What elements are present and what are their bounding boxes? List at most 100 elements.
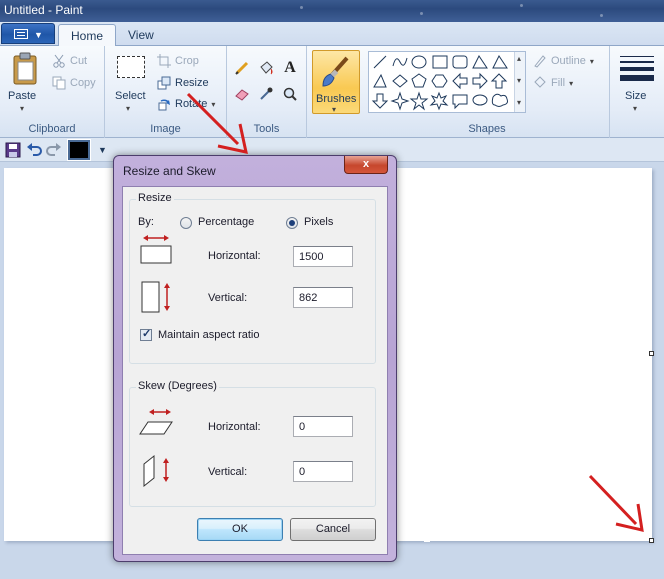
select-button[interactable]: Select ▾ xyxy=(111,52,151,114)
copy-button[interactable]: Copy xyxy=(52,76,96,90)
title-bar-decoration xyxy=(600,14,603,17)
chevron-down-icon: ▾ xyxy=(569,78,574,88)
chevron-down-icon: ▼ xyxy=(34,30,43,40)
redo-icon[interactable] xyxy=(46,142,62,158)
dialog-title: Resize and Skew xyxy=(123,164,216,178)
title-bar: Untitled - Paint xyxy=(0,0,664,22)
resize-legend: Resize xyxy=(136,192,174,204)
paste-icon xyxy=(13,52,37,85)
customize-toolbar-icon[interactable]: ▼ xyxy=(98,145,107,155)
outline-button[interactable]: Outline ▾ xyxy=(533,54,594,68)
text-tool[interactable]: A xyxy=(280,58,300,78)
annotation-arrow-corner xyxy=(588,474,644,532)
skew-vertical-input[interactable] xyxy=(293,461,353,482)
size-button[interactable]: Size ▾ xyxy=(612,50,660,114)
copy-icon xyxy=(52,76,66,90)
scissors-icon xyxy=(53,54,65,68)
ribbon: Paste ▾ Cut Copy Clipboard Select ▾ Crop… xyxy=(0,46,664,138)
brushes-button[interactable]: Brushes ▾ xyxy=(312,50,360,114)
resize-vertical-label: Vertical: xyxy=(208,292,248,304)
brush-icon xyxy=(322,56,349,87)
clipboard-group-label: Clipboard xyxy=(28,123,76,135)
fill-tool[interactable] xyxy=(256,58,276,78)
resize-horizontal-label: Horizontal: xyxy=(208,250,261,262)
resize-fieldset: Resize By: Percentage Pixels Horizontal:… xyxy=(129,192,376,364)
brushes-label: Brushes xyxy=(316,93,357,105)
vertical-resize-icon xyxy=(141,281,170,313)
canvas-resize-handle-corner[interactable] xyxy=(649,538,654,543)
canvas-resize-handle-bottom[interactable] xyxy=(424,538,430,542)
fill-icon xyxy=(534,76,546,88)
chevron-up-icon[interactable]: ▴ xyxy=(517,54,521,63)
vertical-skew-icon xyxy=(143,454,169,488)
text-icon: A xyxy=(284,59,296,76)
shapes-gallery-icons xyxy=(371,55,508,111)
close-icon: x xyxy=(362,158,370,170)
skew-legend: Skew (Degrees) xyxy=(136,380,219,392)
cut-label: Cut xyxy=(70,55,88,67)
chevron-down-icon: ▾ xyxy=(20,104,25,113)
window-title: Untitled - Paint xyxy=(4,3,83,17)
resize-horizontal-input[interactable] xyxy=(293,246,353,267)
skew-vertical-label: Vertical: xyxy=(208,466,248,478)
cut-button[interactable]: Cut xyxy=(52,54,87,68)
chevron-down-icon[interactable]: ▾ xyxy=(517,76,521,85)
dialog-body: Resize By: Percentage Pixels Horizontal:… xyxy=(122,186,388,555)
ribbon-tab-row: ▼ Home View xyxy=(0,22,664,47)
tab-view[interactable]: View xyxy=(116,24,166,46)
magnifier-icon xyxy=(283,87,297,101)
pencil-icon xyxy=(235,61,249,75)
select-label: Select xyxy=(115,90,146,102)
by-label: By: xyxy=(138,216,154,228)
rotate-icon xyxy=(158,99,170,111)
percentage-radio[interactable] xyxy=(180,217,192,229)
outline-label: Outline xyxy=(551,55,586,67)
paint-bucket-icon xyxy=(260,61,273,75)
clipboard-group: Paste ▾ Cut Copy Clipboard xyxy=(0,46,105,138)
annotation-arrow-resize xyxy=(186,92,248,154)
title-bar-decoration xyxy=(420,12,423,15)
title-bar-decoration xyxy=(520,4,523,7)
cancel-button[interactable]: Cancel xyxy=(290,518,376,541)
paint-menu-button[interactable]: ▼ xyxy=(1,23,55,44)
save-icon[interactable] xyxy=(5,142,21,158)
eyedropper-icon xyxy=(260,87,273,100)
expand-gallery-icon[interactable]: ▾ xyxy=(517,98,521,107)
fill-label: Fill xyxy=(551,77,566,89)
percentage-label[interactable]: Percentage xyxy=(198,216,254,228)
copy-label: Copy xyxy=(70,77,96,89)
line-size-icon xyxy=(620,56,654,81)
tab-home[interactable]: Home xyxy=(58,24,117,47)
fill-button[interactable]: Fill ▾ xyxy=(533,76,573,90)
ok-button[interactable]: OK xyxy=(197,518,283,541)
pixels-label[interactable]: Pixels xyxy=(304,216,333,228)
current-color-swatch[interactable] xyxy=(67,139,91,161)
skew-horizontal-label: Horizontal: xyxy=(208,421,261,433)
undo-icon[interactable] xyxy=(26,142,42,158)
shapes-group-label: Shapes xyxy=(468,123,506,135)
skew-fieldset: Skew (Degrees) Horizontal: Vertical: xyxy=(129,380,376,507)
resize-skew-dialog: Resize and Skew x Resize By: Percentage … xyxy=(113,155,397,562)
horizontal-resize-icon xyxy=(140,235,172,264)
pencil-tool[interactable] xyxy=(232,58,252,78)
close-button[interactable]: x xyxy=(344,156,388,174)
title-bar-decoration xyxy=(300,6,303,9)
horizontal-skew-icon xyxy=(139,409,173,435)
resize-icon xyxy=(157,76,171,90)
magnifier-tool[interactable] xyxy=(280,84,300,104)
pixels-radio[interactable] xyxy=(286,217,298,229)
canvas-resize-handle-right[interactable] xyxy=(649,351,654,356)
paste-button[interactable]: Paste ▾ xyxy=(6,50,46,113)
chevron-down-icon: ▾ xyxy=(589,56,594,66)
maintain-aspect-checkbox[interactable] xyxy=(140,327,152,341)
resize-vertical-input[interactable] xyxy=(293,287,353,308)
crop-label: Crop xyxy=(175,55,199,67)
skew-horizontal-input[interactable] xyxy=(293,416,353,437)
crop-icon xyxy=(157,54,171,68)
paste-label: Paste xyxy=(8,90,37,102)
menu-icon xyxy=(14,29,28,39)
crop-button[interactable]: Crop xyxy=(157,54,199,68)
shapes-gallery: ▴ ▾ ▾ xyxy=(368,51,526,113)
maintain-aspect-label[interactable]: Maintain aspect ratio xyxy=(158,329,260,341)
shapes-gallery-scrollbar[interactable]: ▴ ▾ ▾ xyxy=(514,52,525,112)
